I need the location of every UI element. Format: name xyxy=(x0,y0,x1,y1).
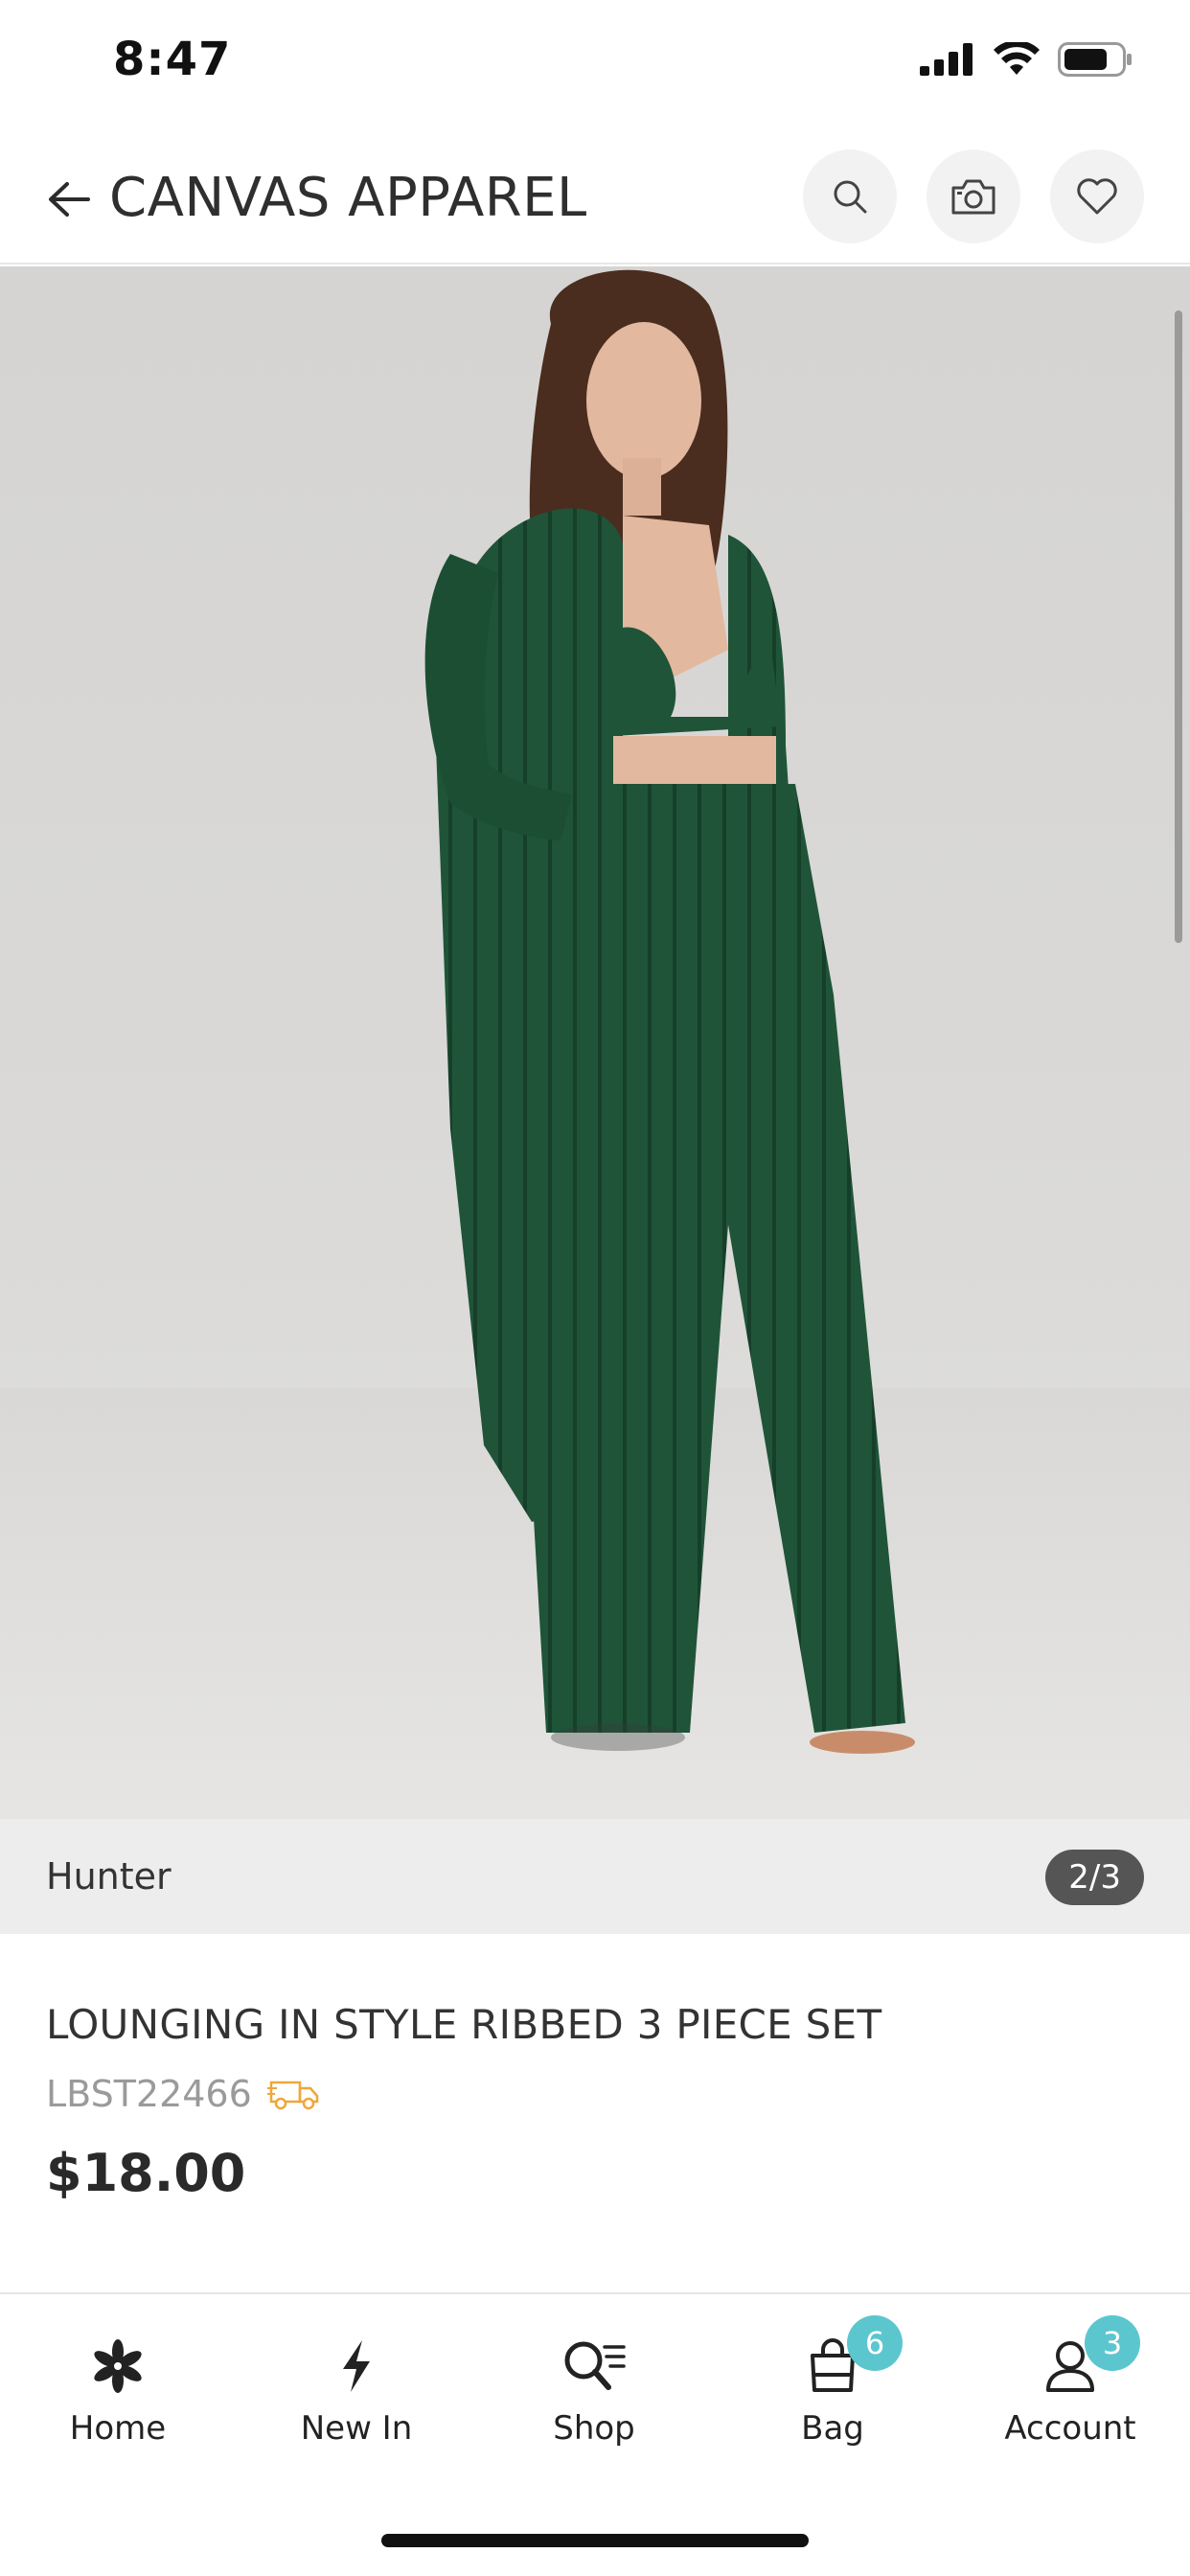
battery-icon xyxy=(1058,42,1132,77)
selected-color-name: Hunter xyxy=(46,1855,172,1898)
nav-bag-label: Bag xyxy=(801,2409,864,2448)
nav-new-in[interactable]: New In xyxy=(241,2333,471,2467)
status-time: 8:47 xyxy=(113,33,232,86)
wishlist-button[interactable] xyxy=(1050,150,1144,243)
model-illustration xyxy=(0,269,1190,1819)
home-indicator[interactable] xyxy=(381,2534,809,2547)
nav-new-in-icon-wrap xyxy=(323,2333,390,2400)
heart-icon xyxy=(1077,178,1117,215)
product-price: $18.00 xyxy=(46,2143,246,2203)
arrow-left-icon xyxy=(49,182,90,217)
nav-shop[interactable]: Shop xyxy=(479,2333,709,2467)
nav-bag-icon-wrap: 6 xyxy=(799,2315,903,2400)
wifi-icon xyxy=(994,42,1040,75)
bag-count-badge: 6 xyxy=(847,2315,903,2371)
search-icon xyxy=(834,180,867,214)
image-counter: 2/3 xyxy=(1045,1850,1144,1905)
delivery-truck-icon xyxy=(266,2081,319,2110)
brand-title: CANVAS APPAREL xyxy=(109,167,587,229)
nav-account-icon-wrap: 3 xyxy=(1037,2315,1140,2400)
lightning-icon xyxy=(343,2340,370,2392)
nav-home-icon-wrap xyxy=(84,2333,151,2400)
search-button[interactable] xyxy=(803,150,897,243)
nav-shop-label: Shop xyxy=(553,2409,635,2448)
nav-shop-icon-wrap xyxy=(561,2333,628,2400)
image-scroll-indicator xyxy=(1175,310,1182,943)
product-image[interactable] xyxy=(0,266,1190,1819)
nav-account-label: Account xyxy=(1004,2409,1136,2448)
flower-icon xyxy=(94,2339,142,2393)
nav-home[interactable]: Home xyxy=(3,2333,233,2467)
status-icons xyxy=(920,42,1133,77)
nav-new-in-label: New In xyxy=(300,2409,413,2448)
nav-account[interactable]: 3 Account xyxy=(955,2315,1185,2467)
product-sku: LBST22466 xyxy=(46,2073,252,2115)
back-button[interactable] xyxy=(38,169,100,230)
account-notification-badge: 3 xyxy=(1085,2315,1140,2371)
header-bar: CANVAS APPAREL xyxy=(0,134,1190,264)
search-list-icon xyxy=(564,2341,626,2390)
nav-bag[interactable]: 6 Bag xyxy=(718,2315,948,2467)
product-title: LOUNGING IN STYLE RIBBED 3 PIECE SET xyxy=(46,2001,882,2048)
signal-icon xyxy=(920,43,973,76)
camera-search-button[interactable] xyxy=(927,150,1020,243)
status-bar: 8:47 xyxy=(0,0,1190,134)
sku-row: LBST22466 xyxy=(46,2073,321,2115)
nav-home-label: Home xyxy=(69,2409,167,2448)
camera-icon xyxy=(951,179,995,215)
color-strip: Hunter 2/3 xyxy=(0,1819,1190,1934)
